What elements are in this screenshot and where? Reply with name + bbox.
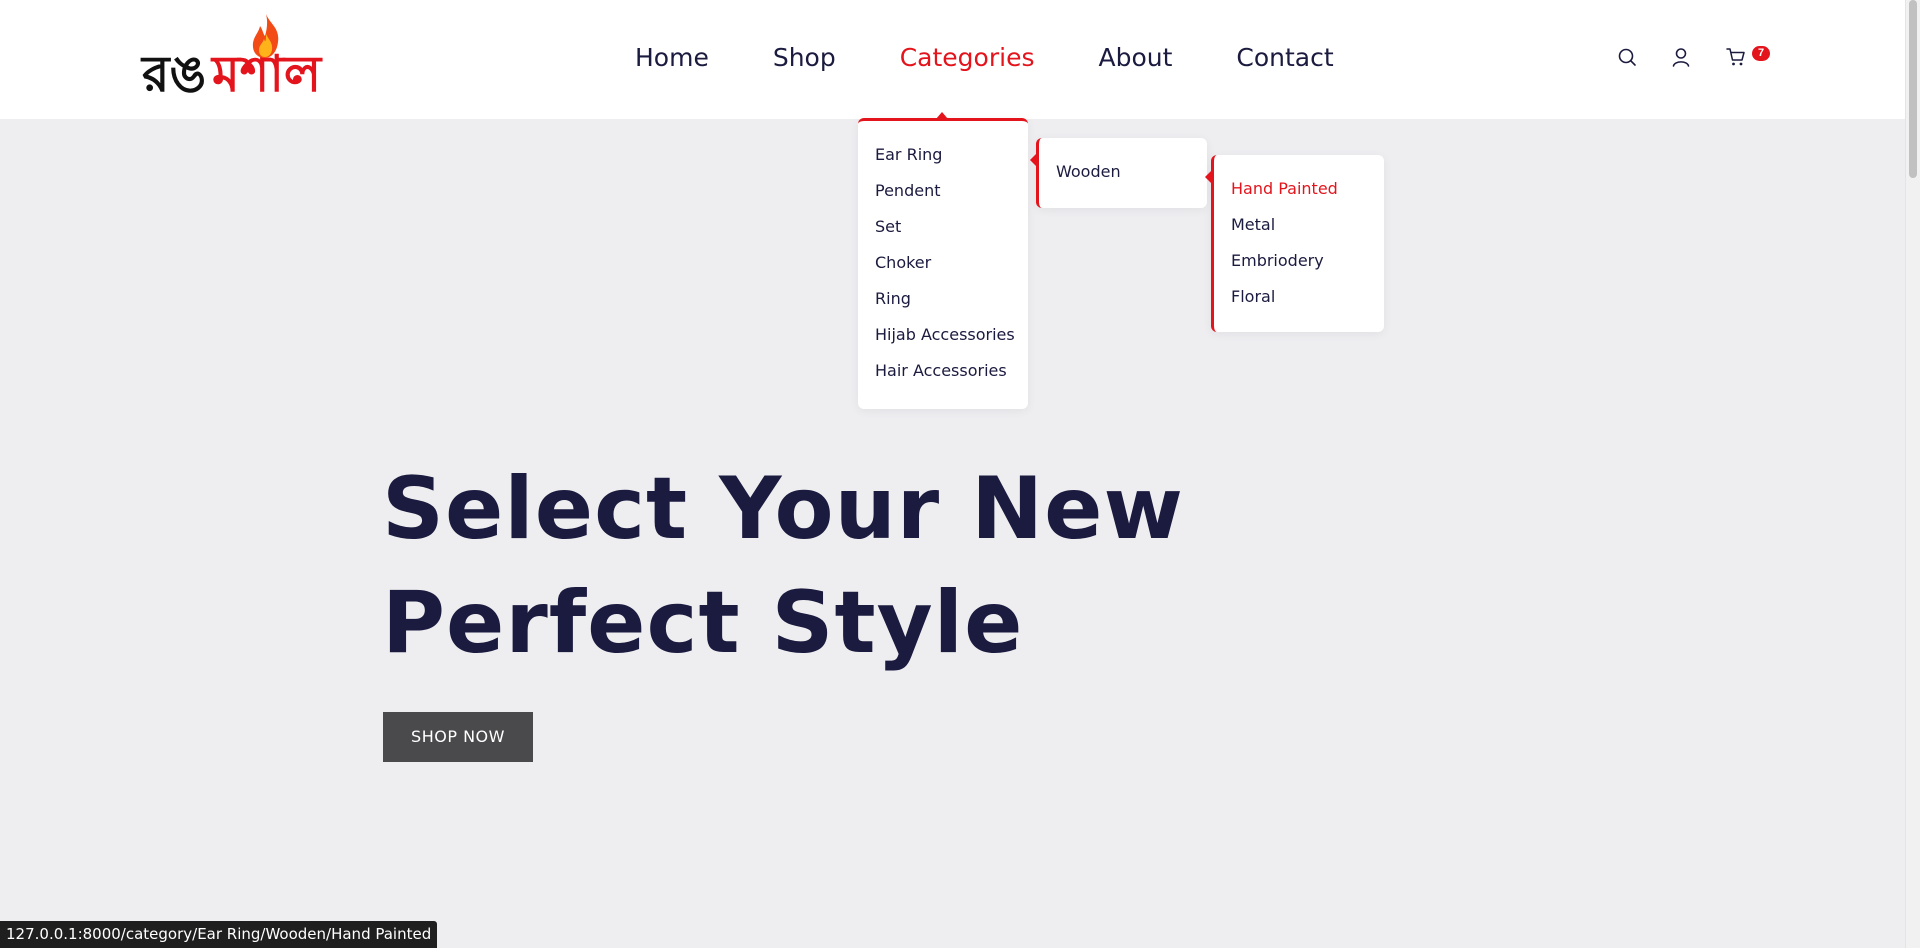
nav-categories[interactable]: Categories (900, 38, 1035, 78)
menu-item-metal[interactable]: Metal (1231, 215, 1275, 235)
nav-shop[interactable]: Shop (773, 38, 836, 78)
menu-item-embriodery[interactable]: Embriodery (1231, 251, 1324, 271)
search-icon[interactable] (1616, 46, 1638, 68)
menu-item-hair-accessories[interactable]: Hair Accessories (875, 361, 1007, 381)
nav-about[interactable]: About (1098, 38, 1172, 78)
site-logo[interactable]: রঙ মশাল (140, 12, 330, 102)
caret-left-icon (1030, 154, 1036, 166)
main-nav: Home Shop Categories About Contact (635, 38, 1398, 78)
submenu-wooden: Hand Painted Metal Embriodery Floral (1205, 155, 1384, 332)
user-icon[interactable] (1670, 46, 1692, 68)
site-header: রঙ মশাল Home Shop Categories About Conta… (0, 0, 1906, 119)
hero-title-line-2: Perfect Style (382, 573, 1024, 673)
menu-item-choker[interactable]: Choker (875, 253, 931, 273)
nav-contact[interactable]: Contact (1236, 38, 1333, 78)
caret-up-icon (936, 112, 948, 119)
categories-dropdown: Ear Ring Pendent Set Choker Ring Hijab A… (858, 112, 1028, 409)
logo-text-black: রঙ (142, 45, 207, 103)
cart-count-badge: 7 (1752, 46, 1770, 61)
menu-item-set[interactable]: Set (875, 217, 901, 237)
menu-item-ear-ring[interactable]: Ear Ring (875, 145, 942, 165)
cart-icon[interactable] (1725, 46, 1747, 68)
menu-item-hand-painted[interactable]: Hand Painted (1231, 179, 1338, 199)
shop-now-button[interactable]: SHOP NOW (383, 712, 533, 762)
menu-item-hijab-accessories[interactable]: Hijab Accessories (875, 325, 1015, 345)
menu-item-floral[interactable]: Floral (1231, 287, 1275, 307)
menu-item-pendent[interactable]: Pendent (875, 181, 940, 201)
hero-title-line-1: Select Your New (382, 459, 1184, 559)
nav-home[interactable]: Home (635, 38, 709, 78)
menu-item-ring[interactable]: Ring (875, 289, 911, 309)
flame-icon (252, 14, 279, 58)
submenu-ear-ring: Wooden (1030, 138, 1207, 208)
caret-left-icon (1205, 171, 1211, 183)
page-scrollbar[interactable] (1905, 0, 1920, 948)
scrollbar-thumb[interactable] (1909, 0, 1917, 178)
menu-item-wooden[interactable]: Wooden (1056, 162, 1121, 182)
hero-title: Select Your New Perfect Style (382, 452, 1282, 680)
browser-status-url: 127.0.0.1:8000/category/Ear Ring/Wooden/… (0, 921, 438, 948)
